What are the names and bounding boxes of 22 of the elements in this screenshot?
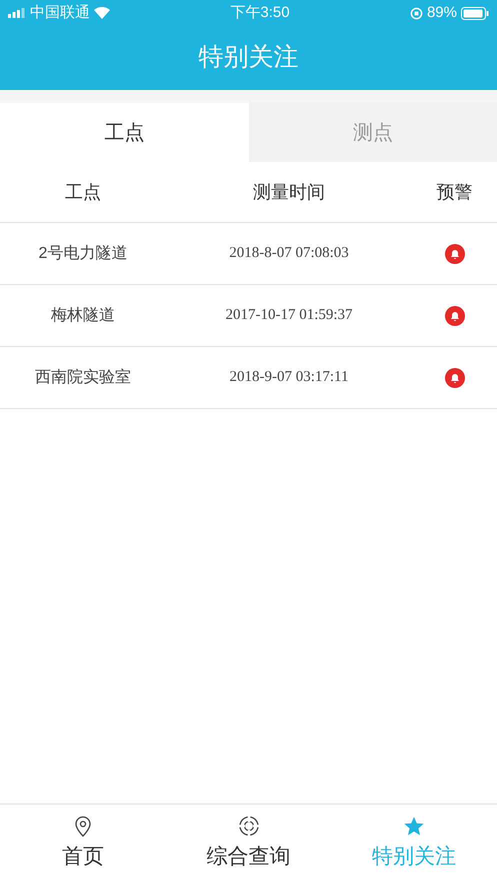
signal-icon xyxy=(8,8,26,18)
star-icon xyxy=(403,815,426,838)
clock-time: 下午3:50 xyxy=(230,2,290,23)
measure-time: 2018-8-07 07:08:03 xyxy=(229,244,349,264)
nav-tab[interactable]: 综合查询 xyxy=(166,805,332,883)
carrier-name: 中国联通 xyxy=(30,2,90,23)
site-name: 西南院实验室 xyxy=(35,368,131,388)
column-header: 预警 xyxy=(436,180,472,204)
wifi-icon xyxy=(94,7,110,19)
nav-tab[interactable]: 首页 xyxy=(0,805,166,883)
column-header: 测量时间 xyxy=(253,180,325,204)
site-name: 2号电力隧道 xyxy=(38,244,128,264)
measure-time: 2017-10-17 01:59:37 xyxy=(225,306,353,326)
site-name: 梅林隧道 xyxy=(51,306,115,326)
measure-time: 2018-9-07 03:17:11 xyxy=(229,368,349,388)
page-title: 特别关注 xyxy=(198,42,298,74)
rotation-lock-icon xyxy=(410,6,423,20)
column-header: 工点 xyxy=(65,180,101,204)
location-pin-icon xyxy=(74,815,92,838)
target-icon xyxy=(238,815,260,838)
battery-percent: 89% xyxy=(426,2,457,23)
battery-icon xyxy=(460,6,489,20)
